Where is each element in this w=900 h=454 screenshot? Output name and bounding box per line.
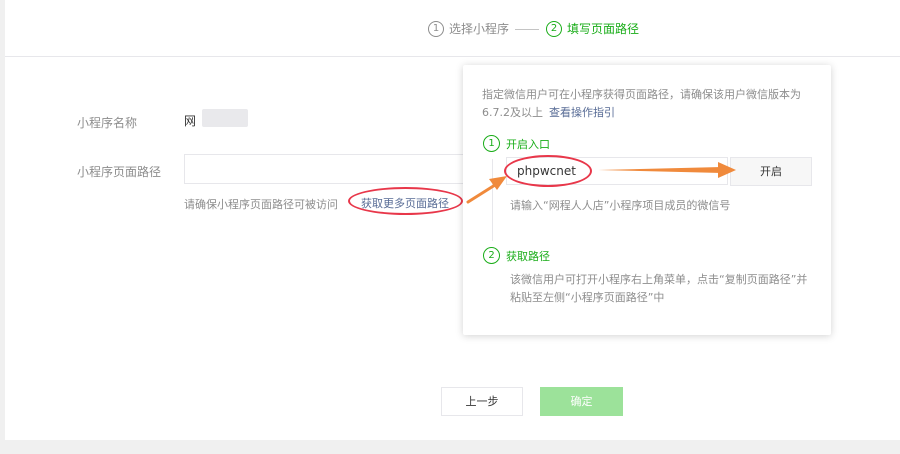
get-path-note: 该微信用户可打开小程序右上角菜单，点击“复制页面路径”并粘贴至左侧“小程序页面路…: [510, 273, 808, 304]
popover-step-1-number: 1: [483, 135, 500, 152]
wechat-input-note: 请输入“网程人人店”小程序项目成员的微信号: [510, 199, 731, 212]
popover-step-connector: [492, 159, 493, 241]
prev-step-button[interactable]: 上一步: [441, 387, 523, 416]
popover-description-text: 指定微信用户可在小程序获得页面路径，请确保该用户微信版本为6.7.2及以上: [482, 88, 801, 119]
popover-step-1-title: 开启入口: [506, 137, 550, 151]
blurred-name-mask: [202, 109, 248, 127]
step-label-2: 填写页面路径: [567, 22, 640, 36]
miniprogram-name-label: 小程序名称: [77, 116, 138, 130]
path-hint: 请确保小程序页面路径可被访问: [184, 198, 338, 211]
step-select-miniprogram: 1 选择小程序: [428, 20, 509, 37]
popover-step-2: 2 获取路径: [483, 247, 550, 264]
confirm-button[interactable]: 确定: [540, 387, 623, 416]
path-help-popover: 指定微信用户可在小程序获得页面路径，请确保该用户微信版本为6.7.2及以上 查看操…: [463, 65, 831, 335]
step-indicator: 1 选择小程序 2 填写页面路径: [5, 0, 900, 57]
annotation-ellipse-wechat-input: [504, 155, 592, 187]
popover-step-2-number: 2: [483, 247, 500, 264]
enable-button[interactable]: 开启: [730, 157, 812, 186]
popover-step-1: 1 开启入口: [483, 135, 550, 152]
step-label-1: 选择小程序: [449, 22, 510, 36]
step-number-1: 1: [428, 20, 444, 37]
step-number-2: 2: [546, 20, 562, 37]
popover-step-2-title: 获取路径: [506, 249, 550, 263]
annotation-ellipse-more-link: [348, 187, 463, 215]
page-path-input[interactable]: [184, 154, 474, 184]
page-path-label: 小程序页面路径: [77, 165, 162, 179]
guide-link[interactable]: 查看操作指引: [549, 106, 615, 119]
popover-description: 指定微信用户可在小程序获得页面路径，请确保该用户微信版本为6.7.2及以上 查看操…: [482, 86, 818, 122]
miniprogram-name-value: 网: [184, 114, 197, 128]
step-fill-path: 2 填写页面路径: [546, 20, 639, 37]
step-connector: [515, 29, 539, 30]
